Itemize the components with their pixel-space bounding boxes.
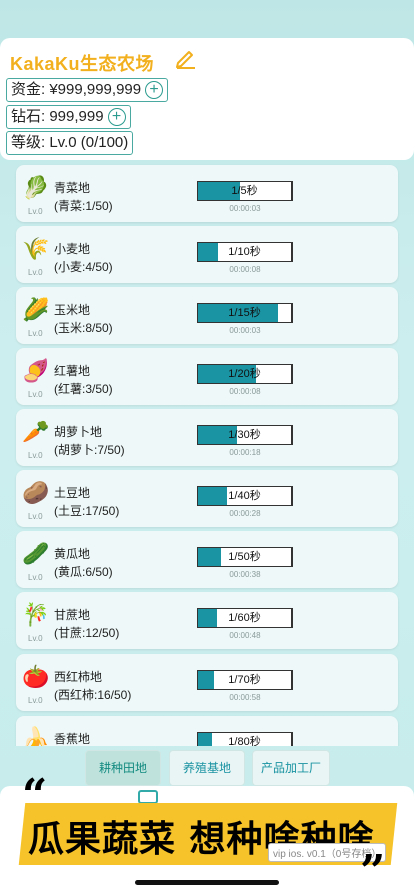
home-indicator bbox=[135, 880, 279, 885]
crop-level: Lv.0 bbox=[28, 329, 43, 338]
crop-count: (青菜:1/50) bbox=[54, 199, 113, 213]
sugarcane-icon: 🎋 bbox=[22, 602, 50, 627]
crop-count: (红薯:3/50) bbox=[54, 382, 113, 396]
crop-level: Lv.0 bbox=[28, 207, 43, 216]
progress-bar: 1/70秒 bbox=[197, 670, 293, 690]
progress-text: 1/40秒 bbox=[228, 490, 261, 502]
crop-row-sugarcane[interactable]: 🎋 Lv.0 甘蔗地 (甘蔗:12/50) 1/60秒 00:00:48 bbox=[16, 592, 398, 649]
crop-timer: 00:00:58 bbox=[229, 693, 261, 702]
quote-close: ” bbox=[360, 846, 386, 896]
crop-count: (黄瓜:6/50) bbox=[54, 565, 113, 579]
sweet-potato-icon: 🍠 bbox=[22, 358, 50, 383]
crop-row-wheat[interactable]: 🌾 Lv.0 小麦地 (小麦:4/50) 1/10秒 00:00:08 bbox=[16, 226, 398, 283]
crop-name: 胡萝卜地 bbox=[54, 425, 103, 439]
level-label: 等级: Lv.0 (0/100) bbox=[11, 134, 129, 151]
funds-box: 资金: ¥999,999,999 + bbox=[6, 78, 169, 102]
tomato-icon: 🍅 bbox=[22, 664, 50, 689]
crop-count: (玉米:8/50) bbox=[54, 321, 113, 335]
add-diamonds-button[interactable]: + bbox=[107, 108, 126, 127]
crop-row-potato[interactable]: 🥔 Lv.0 土豆地 (土豆:17/50) 1/40秒 00:00:28 bbox=[16, 470, 398, 527]
progress-bar: 1/15秒 bbox=[197, 303, 293, 323]
crop-level: Lv.0 bbox=[28, 573, 43, 582]
crop-name: 西红柿地 bbox=[54, 670, 103, 684]
crop-name: 青菜地 bbox=[54, 181, 91, 195]
funds-label: 资金: ¥999,999,999 bbox=[11, 81, 142, 98]
crop-timer: 00:00:28 bbox=[229, 509, 261, 518]
progress-text: 1/15秒 bbox=[228, 307, 261, 319]
crop-level: Lv.0 bbox=[28, 696, 43, 705]
level-box: 等级: Lv.0 (0/100) bbox=[6, 131, 134, 155]
crop-timer: 00:00:18 bbox=[229, 448, 261, 457]
crop-level: Lv.0 bbox=[28, 634, 43, 643]
crop-timer: 00:00:48 bbox=[229, 631, 261, 640]
wheat-icon: 🌾 bbox=[22, 236, 50, 261]
progress-text: 1/80秒 bbox=[228, 736, 261, 746]
crop-name: 玉米地 bbox=[54, 303, 91, 317]
progress-bar: 1/60秒 bbox=[197, 608, 293, 628]
crop-level: Lv.0 bbox=[28, 268, 43, 277]
progress-text: 1/30秒 bbox=[228, 429, 261, 441]
crop-timer: 00:00:03 bbox=[229, 326, 261, 335]
crop-name: 香蕉地 bbox=[54, 732, 91, 746]
progress-bar: 1/80秒 bbox=[197, 732, 293, 746]
crop-row-banana[interactable]: 🍌 香蕉地 1/80秒 bbox=[16, 716, 398, 746]
progress-bar: 1/20秒 bbox=[197, 364, 293, 384]
crop-count: (胡萝卜:7/50) bbox=[54, 443, 125, 457]
crop-row-cucumber[interactable]: 🥒 Lv.0 黄瓜地 (黄瓜:6/50) 1/50秒 00:00:38 bbox=[16, 531, 398, 588]
edit-pencil-icon[interactable] bbox=[174, 46, 198, 70]
progress-text: 1/60秒 bbox=[228, 612, 261, 624]
diamonds-label: 钻石: 999,999 bbox=[11, 108, 104, 125]
tab-farmland[interactable]: 耕种田地 bbox=[85, 750, 161, 786]
crop-name: 土豆地 bbox=[54, 486, 91, 500]
progress-bar: 1/40秒 bbox=[197, 486, 293, 506]
crop-timer: 00:00:03 bbox=[229, 204, 261, 213]
tab-breeding-base[interactable]: 养殖基地 bbox=[169, 750, 245, 786]
crop-level: Lv.0 bbox=[28, 390, 43, 399]
crop-row-corn[interactable]: 🌽 Lv.0 玉米地 (玉米:8/50) 1/15秒 00:00:03 bbox=[16, 287, 398, 344]
crop-count: (甘蔗:12/50) bbox=[54, 626, 120, 640]
crop-row-carrot[interactable]: 🥕 Lv.0 胡萝卜地 (胡萝卜:7/50) 1/30秒 00:00:18 bbox=[16, 409, 398, 466]
crop-level: Lv.0 bbox=[28, 451, 43, 460]
farm-icon bbox=[138, 790, 158, 804]
corn-icon: 🌽 bbox=[22, 297, 50, 322]
farm-title: KakaKu生态农场 bbox=[10, 54, 155, 74]
crop-name: 红薯地 bbox=[54, 364, 91, 378]
crop-list[interactable]: 🥬 Lv.0 青菜地 (青菜:1/50) 1/5秒 00:00:03 🌾 Lv.… bbox=[0, 160, 414, 746]
crop-row-cabbage[interactable]: 🥬 Lv.0 青菜地 (青菜:1/50) 1/5秒 00:00:03 bbox=[16, 165, 398, 222]
crop-count: (小麦:4/50) bbox=[54, 260, 113, 274]
banana-icon: 🍌 bbox=[22, 726, 50, 746]
cabbage-icon: 🥬 bbox=[22, 175, 50, 200]
progress-text: 1/20秒 bbox=[228, 368, 261, 380]
crop-count: (西红柿:16/50) bbox=[54, 688, 132, 702]
progress-text: 1/70秒 bbox=[228, 674, 261, 686]
crop-timer: 00:00:08 bbox=[229, 265, 261, 274]
progress-bar: 1/10秒 bbox=[197, 242, 293, 262]
progress-text: 1/5秒 bbox=[231, 185, 258, 197]
progress-bar: 1/5秒 bbox=[197, 181, 293, 201]
crop-timer: 00:00:08 bbox=[229, 387, 261, 396]
add-funds-button[interactable]: + bbox=[145, 81, 164, 100]
tab-processing-factory[interactable]: 产品加工厂 bbox=[252, 750, 330, 786]
progress-text: 1/10秒 bbox=[228, 246, 261, 258]
progress-bar: 1/50秒 bbox=[197, 547, 293, 567]
crop-name: 小麦地 bbox=[54, 242, 91, 256]
potato-icon: 🥔 bbox=[22, 480, 50, 505]
crop-timer: 00:00:38 bbox=[229, 570, 261, 579]
cucumber-icon: 🥒 bbox=[22, 541, 50, 566]
progress-text: 1/50秒 bbox=[228, 551, 261, 563]
crop-row-sweet-potato[interactable]: 🍠 Lv.0 红薯地 (红薯:3/50) 1/20秒 00:00:08 bbox=[16, 348, 398, 405]
diamonds-box: 钻石: 999,999 + bbox=[6, 105, 131, 129]
crop-level: Lv.0 bbox=[28, 512, 43, 521]
crop-name: 黄瓜地 bbox=[54, 547, 91, 561]
crop-row-tomato[interactable]: 🍅 Lv.0 西红柿地 (西红柿:16/50) 1/70秒 00:00:58 bbox=[16, 654, 398, 711]
crop-name: 甘蔗地 bbox=[54, 608, 91, 622]
carrot-icon: 🥕 bbox=[22, 419, 50, 444]
progress-bar: 1/30秒 bbox=[197, 425, 293, 445]
crop-count: (土豆:17/50) bbox=[54, 504, 120, 518]
